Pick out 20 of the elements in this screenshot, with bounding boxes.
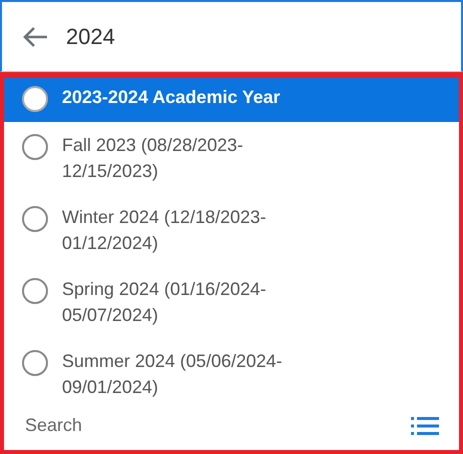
option-row[interactable]: Winter 2024 (12/18/2023-01/12/2024) <box>4 194 459 266</box>
option-row[interactable]: Summer 2024 (05/06/2024-09/01/2024) <box>4 338 459 410</box>
option-row[interactable]: Fall 2023 (08/28/2023-12/15/2023) <box>4 122 459 194</box>
search-value: 2024 <box>66 24 115 50</box>
option-label: Fall 2023 (08/28/2023-12/15/2023) <box>62 134 244 183</box>
option-label: 2023-2024 Academic Year <box>62 86 282 109</box>
option-label: Spring 2024 (01/16/2024-05/07/2024) <box>62 278 268 327</box>
radio-button[interactable] <box>22 86 48 112</box>
list-icon[interactable] <box>411 416 439 436</box>
option-row[interactable]: Spring 2024 (01/16/2024-05/07/2024) <box>4 266 459 338</box>
option-label: Summer 2024 (05/06/2024-09/01/2024) <box>62 350 284 399</box>
radio-button[interactable] <box>22 278 48 304</box>
search-field[interactable]: 2024 <box>0 0 463 72</box>
radio-button[interactable] <box>22 206 48 232</box>
search-label: Search <box>25 415 82 436</box>
option-label: Winter 2024 (12/18/2023-01/12/2024) <box>62 206 268 255</box>
radio-button[interactable] <box>22 350 48 376</box>
option-row[interactable]: 2023-2024 Academic Year <box>4 78 459 122</box>
back-arrow-icon[interactable] <box>22 26 48 48</box>
radio-button[interactable] <box>22 134 48 160</box>
